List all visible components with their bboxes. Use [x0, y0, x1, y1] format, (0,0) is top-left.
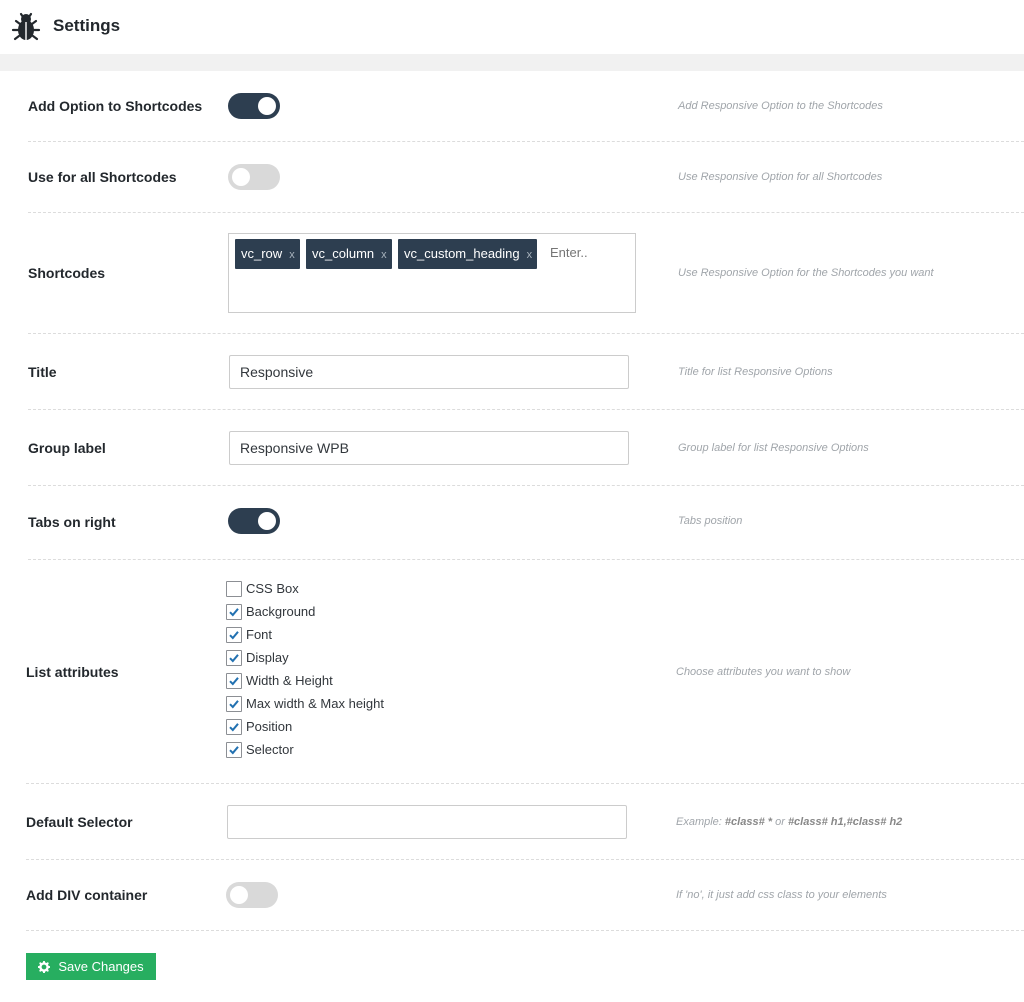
row-group-label: Group label Group label for list Respons… [28, 410, 1024, 486]
header-divider-band [0, 54, 1024, 71]
row-title: Title Title for list Responsive Options [28, 334, 1024, 410]
checklist-item[interactable]: Max width & Max height [226, 692, 384, 715]
checkbox-checked[interactable] [226, 695, 242, 712]
use-all-toggle[interactable] [228, 164, 280, 190]
gear-icon [38, 960, 51, 973]
save-changes-button[interactable]: Save Changes [26, 953, 156, 980]
row-label: Add DIV container [26, 887, 148, 903]
checklist-item-label: Font [246, 627, 273, 642]
save-button-label: Save Changes [58, 959, 144, 974]
tag-label: vc_custom_heading [404, 246, 520, 261]
row-label: Add Option to Shortcodes [28, 98, 203, 114]
tabs-on-right-toggle[interactable] [228, 508, 280, 534]
default-selector-input[interactable] [227, 805, 627, 839]
row-tabs-on-right: Tabs on right Tabs position [28, 486, 1024, 560]
page-header: Settings [0, 0, 1024, 54]
title-input[interactable] [229, 355, 629, 389]
checkbox-checked[interactable] [226, 672, 242, 689]
checklist-item[interactable]: CSS Box [226, 577, 384, 600]
row-description: Add Responsive Option to the Shortcodes [678, 100, 883, 112]
tag-vc-row: vc_row x [235, 239, 300, 269]
bug-icon [11, 12, 41, 41]
row-description: Use Responsive Option for all Shortcodes [678, 171, 883, 183]
row-label: Group label [28, 440, 106, 456]
row-description: Title for list Responsive Options [678, 366, 833, 378]
checklist-item-label: Display [246, 650, 289, 665]
row-description: Group label for list Responsive Options [678, 442, 869, 454]
desc-mid: or [772, 816, 788, 828]
group-label-input[interactable] [229, 431, 629, 465]
row-shortcodes: Shortcodes vc_row x vc_column x vc_custom_… [28, 213, 1024, 334]
tag-label: vc_column [312, 246, 375, 261]
row-use-all: Use for all Shortcodes Use Responsive Op… [28, 142, 1024, 213]
tag-entry-input[interactable] [550, 245, 630, 260]
checkbox-unchecked[interactable] [226, 580, 242, 597]
row-description: Tabs position [678, 515, 743, 527]
toggle-knob [230, 886, 248, 904]
row-description: Use Responsive Option for the Shortcodes… [678, 267, 934, 279]
row-description: If 'no', it just add css class to your e… [676, 889, 887, 901]
tag-vc-custom-heading: vc_custom_heading x [398, 239, 538, 269]
add-option-toggle[interactable] [228, 93, 280, 119]
attributes-checklist: CSS Box Background Font Display Width & Heig… [226, 577, 384, 761]
row-label: List attributes [26, 664, 119, 680]
checkbox-checked[interactable] [226, 603, 242, 620]
row-label: Shortcodes [28, 265, 106, 281]
shortcodes-tag-input[interactable]: vc_row x vc_column x vc_custom_heading x [228, 233, 636, 313]
row-list-attributes: List attributes CSS Box Background Font Dis… [26, 560, 1024, 784]
checkbox-checked[interactable] [226, 649, 242, 666]
tag-remove-button[interactable]: x [381, 249, 387, 261]
desc-example-2: #class# h1,#class# h2 [787, 816, 903, 828]
desc-example-1: #class# * [724, 816, 773, 828]
add-div-container-toggle[interactable] [226, 882, 278, 908]
checklist-item[interactable]: Background [226, 600, 384, 623]
tag-vc-column: vc_column x [306, 239, 392, 269]
checklist-item[interactable]: Display [226, 646, 384, 669]
checkbox-checked[interactable] [226, 718, 242, 735]
desc-prefix: Example: [676, 816, 725, 828]
checklist-item-label: Background [246, 604, 316, 619]
tag-label: vc_row [241, 246, 283, 261]
checkbox-checked[interactable] [226, 741, 242, 758]
row-default-selector: Default Selector Example: #class# * or #… [26, 784, 1024, 860]
checklist-item-label: CSS Box [246, 581, 299, 596]
toggle-knob [232, 168, 250, 186]
checklist-item-label: Width & Height [246, 673, 333, 688]
checklist-item-label: Selector [246, 742, 294, 757]
checklist-item[interactable]: Width & Height [226, 669, 384, 692]
row-description: Example: #class# * or #class# h1,#class#… [676, 816, 902, 828]
toggle-knob [258, 97, 276, 115]
page-title: Settings [53, 16, 121, 35]
row-label: Default Selector [26, 814, 133, 830]
row-label: Title [28, 364, 57, 380]
checklist-item[interactable]: Position [226, 715, 384, 738]
row-label: Use for all Shortcodes [28, 169, 177, 185]
tag-remove-button[interactable]: x [527, 249, 533, 261]
checklist-item-label: Max width & Max height [246, 696, 385, 711]
row-description: Choose attributes you want to show [676, 666, 851, 678]
row-label: Tabs on right [28, 514, 116, 530]
checklist-item[interactable]: Font [226, 623, 384, 646]
checkbox-checked[interactable] [226, 626, 242, 643]
checklist-item[interactable]: Selector [226, 738, 384, 761]
tag-remove-button[interactable]: x [289, 249, 295, 261]
checklist-item-label: Position [246, 719, 293, 734]
row-add-option: Add Option to Shortcodes Add Responsive … [28, 71, 1024, 142]
row-add-div-container: Add DIV container If 'no', it just add c… [26, 860, 1024, 931]
toggle-knob [258, 512, 276, 530]
